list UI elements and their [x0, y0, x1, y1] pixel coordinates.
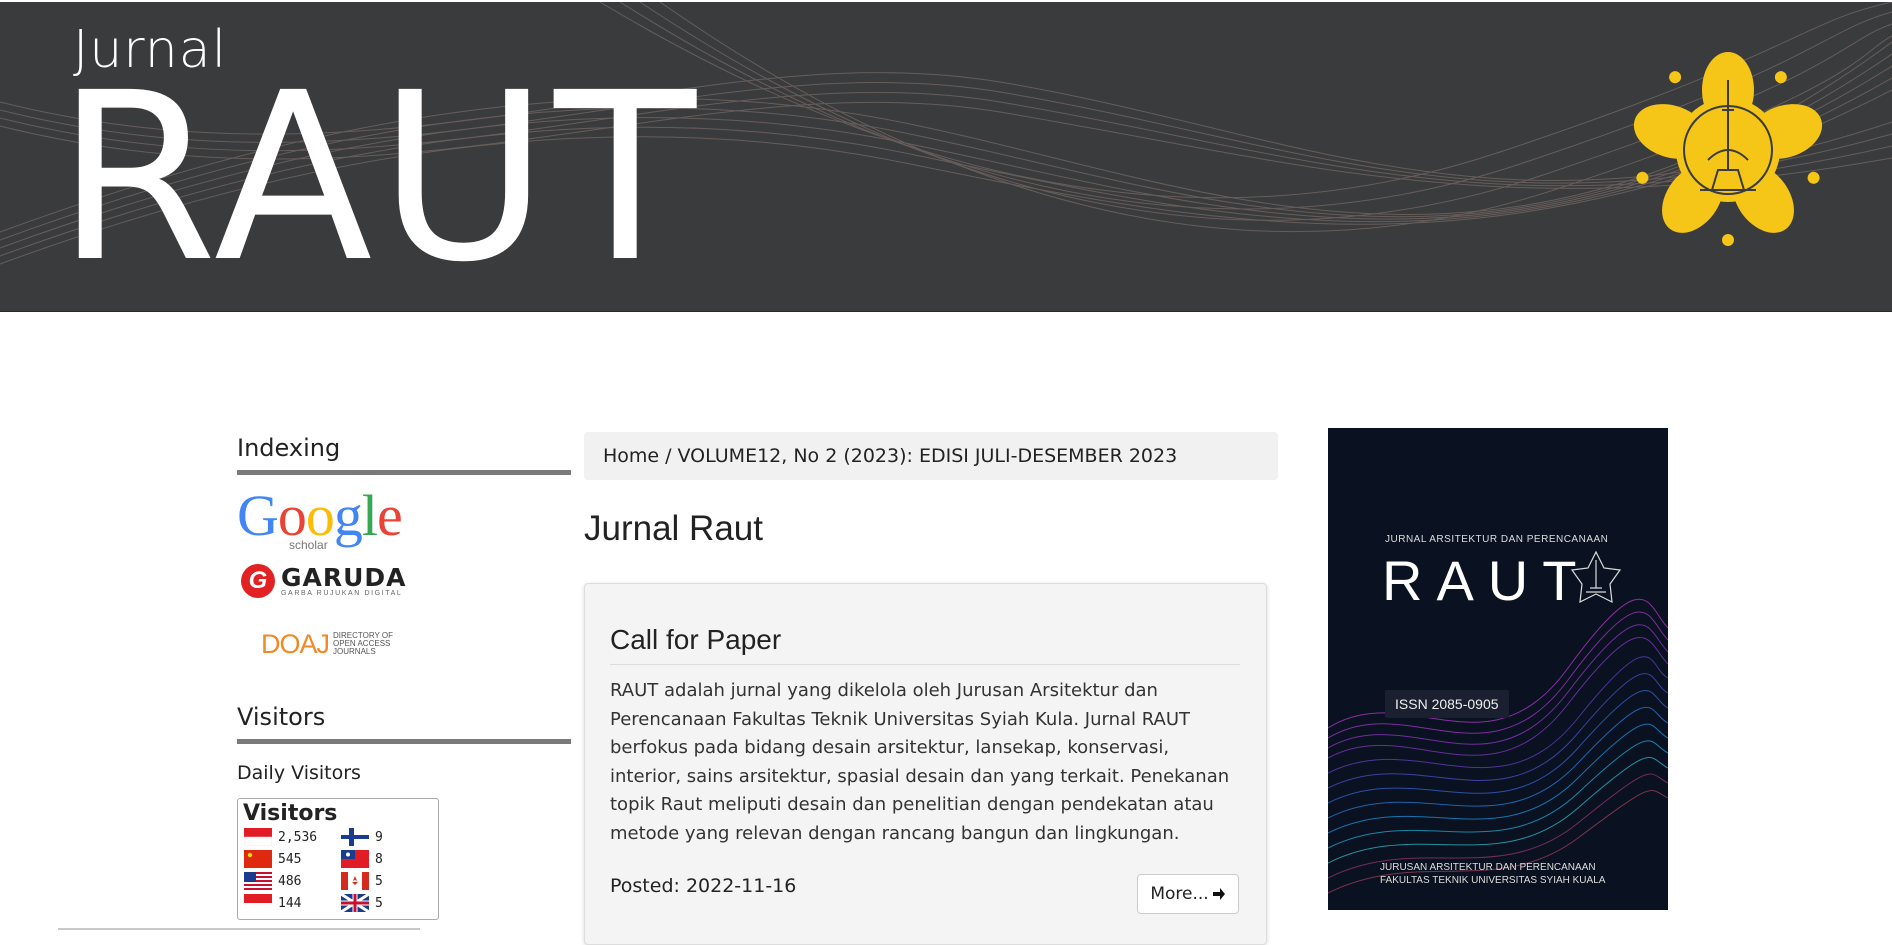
journal-cover-image[interactable]: JURNAL ARSITEKTUR DAN PERENCANAAN RAUT I…	[1328, 428, 1668, 910]
china-flag-icon	[244, 850, 272, 868]
visitors-heading: Visitors	[237, 703, 571, 744]
doaj-link[interactable]: DOAJ DIRECTORY OF OPEN ACCESS JOURNALS	[261, 617, 571, 671]
indexing-list: Google scholar G GARUDA GARBA RUJUKAN DI…	[237, 475, 571, 671]
flag-row: 2,536 9	[238, 826, 438, 848]
uk-flag-icon	[341, 894, 369, 912]
canada-flag-icon	[341, 872, 369, 890]
page-title: Jurnal Raut	[584, 509, 763, 548]
singapore-flag-icon	[244, 894, 272, 912]
breadcrumb-separator: /	[665, 445, 672, 467]
garuda-link[interactable]: G GARUDA GARBA RUJUKAN DIGITAL	[241, 557, 571, 605]
cover-issn: ISSN 2085-0905	[1385, 690, 1509, 718]
announcement-title[interactable]: Call for Paper	[610, 624, 1240, 665]
flag-row: 545 8	[238, 848, 438, 870]
header-banner: Jurnal RAUT	[0, 2, 1892, 312]
taiwan-flag-icon	[341, 850, 369, 868]
cover-footer: JURUSAN ARSITEKTUR DAN PERENCANAAN FAKUL…	[1380, 862, 1606, 886]
doaj-sub: DIRECTORY OF OPEN ACCESS JOURNALS	[333, 631, 394, 656]
announcement-posted-date: Posted: 2022-11-16	[610, 875, 797, 897]
announcement-card: Call for Paper RAUT adalah jurnal yang d…	[584, 583, 1267, 945]
google-scholar-link[interactable]: Google scholar	[237, 487, 407, 553]
indexing-heading: Indexing	[237, 434, 571, 475]
breadcrumb: Home / VOLUME12, No 2 (2023): EDISI JULI…	[584, 432, 1278, 480]
sidebar: Indexing Google scholar G GARUDA GARBA R…	[237, 434, 571, 920]
garuda-name: GARUDA	[281, 562, 407, 592]
arrow-right-icon	[1212, 888, 1225, 900]
announcement-body: RAUT adalah jurnal yang dikelola oleh Ju…	[610, 680, 1230, 844]
doaj-name: DOAJ	[261, 628, 330, 659]
finland-flag-icon	[341, 828, 369, 846]
breadcrumb-home-link[interactable]: Home	[603, 445, 659, 467]
flag-row: 144 5	[238, 892, 438, 914]
brand-raut-title[interactable]: RAUT	[56, 62, 702, 294]
university-logo-icon[interactable]	[1628, 50, 1828, 250]
daily-visitors-label: Daily Visitors	[237, 762, 361, 784]
garuda-sub: GARBA RUJUKAN DIGITAL	[281, 589, 403, 597]
cover-subtitle: JURNAL ARSITEKTUR DAN PERENCANAAN	[1385, 534, 1609, 545]
more-button-label: More...	[1150, 884, 1209, 904]
indonesia-flag-icon	[244, 828, 272, 846]
more-button[interactable]: More...	[1137, 874, 1239, 914]
flag-row: 486 5	[238, 870, 438, 892]
garuda-icon: G	[241, 564, 275, 598]
usa-flag-icon	[244, 872, 272, 890]
google-scholar-sub: scholar	[289, 538, 328, 552]
breadcrumb-current-issue[interactable]: VOLUME12, No 2 (2023): EDISI JULI-DESEMB…	[678, 445, 1178, 467]
cover-title: RAUT	[1382, 549, 1591, 612]
cover-waves	[1328, 550, 1668, 894]
flag-counter[interactable]: Visitors 2,536 9 545 8 486 5 144 5	[237, 798, 439, 920]
flag-counter-title: Visitors	[243, 801, 338, 826]
